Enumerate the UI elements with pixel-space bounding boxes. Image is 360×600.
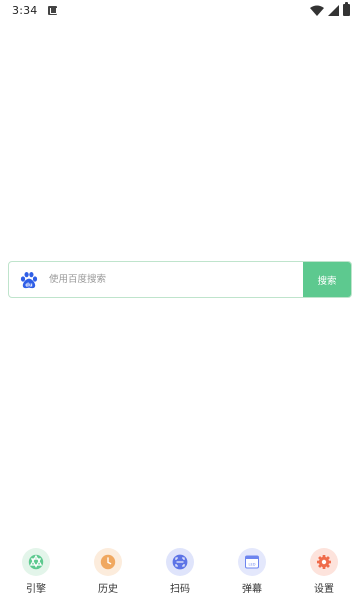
status-left: 3:34: [12, 4, 57, 17]
baidu-paw-icon: du: [20, 271, 38, 288]
engine-icon: [22, 548, 50, 576]
settings-glyph: [317, 555, 331, 569]
nav-label-danmaku: 弹幕: [242, 584, 262, 595]
nav-label-settings: 设置: [314, 584, 334, 595]
nav-item-danmaku[interactable]: LED 弹幕: [216, 548, 288, 600]
search-input[interactable]: [49, 262, 303, 297]
nav-item-settings[interactable]: 设置: [288, 548, 360, 600]
status-bar: 3:34: [0, 0, 360, 20]
wifi-icon: [310, 5, 324, 16]
engine-glyph: [28, 554, 44, 570]
baidu-logo-icon[interactable]: du: [9, 262, 49, 297]
history-glyph: [100, 554, 116, 570]
battery-icon: [343, 2, 350, 16]
notification-icon: [47, 5, 57, 15]
danmaku-icon: LED: [238, 548, 266, 576]
settings-icon: [310, 548, 338, 576]
signal-icon: [328, 4, 339, 16]
nav-item-history[interactable]: 历史: [72, 548, 144, 600]
scan-icon: [166, 548, 194, 576]
danmaku-glyph: LED: [245, 555, 259, 569]
nav-item-engine[interactable]: 引擎: [0, 548, 72, 600]
bottom-nav: 引擎 历史 扫码 LED 弹幕 设置: [0, 548, 360, 600]
svg-text:du: du: [25, 282, 33, 288]
status-right: [310, 2, 350, 16]
nav-label-scan: 扫码: [170, 584, 190, 595]
scan-glyph: [172, 554, 188, 570]
history-icon: [94, 548, 122, 576]
status-time: 3:34: [12, 3, 38, 17]
nav-item-scan[interactable]: 扫码: [144, 548, 216, 600]
nav-label-history: 历史: [98, 584, 118, 595]
search-bar: du 搜索: [8, 261, 352, 298]
nav-label-engine: 引擎: [26, 584, 46, 595]
search-button[interactable]: 搜索: [303, 262, 351, 297]
svg-text:LED: LED: [248, 563, 255, 567]
